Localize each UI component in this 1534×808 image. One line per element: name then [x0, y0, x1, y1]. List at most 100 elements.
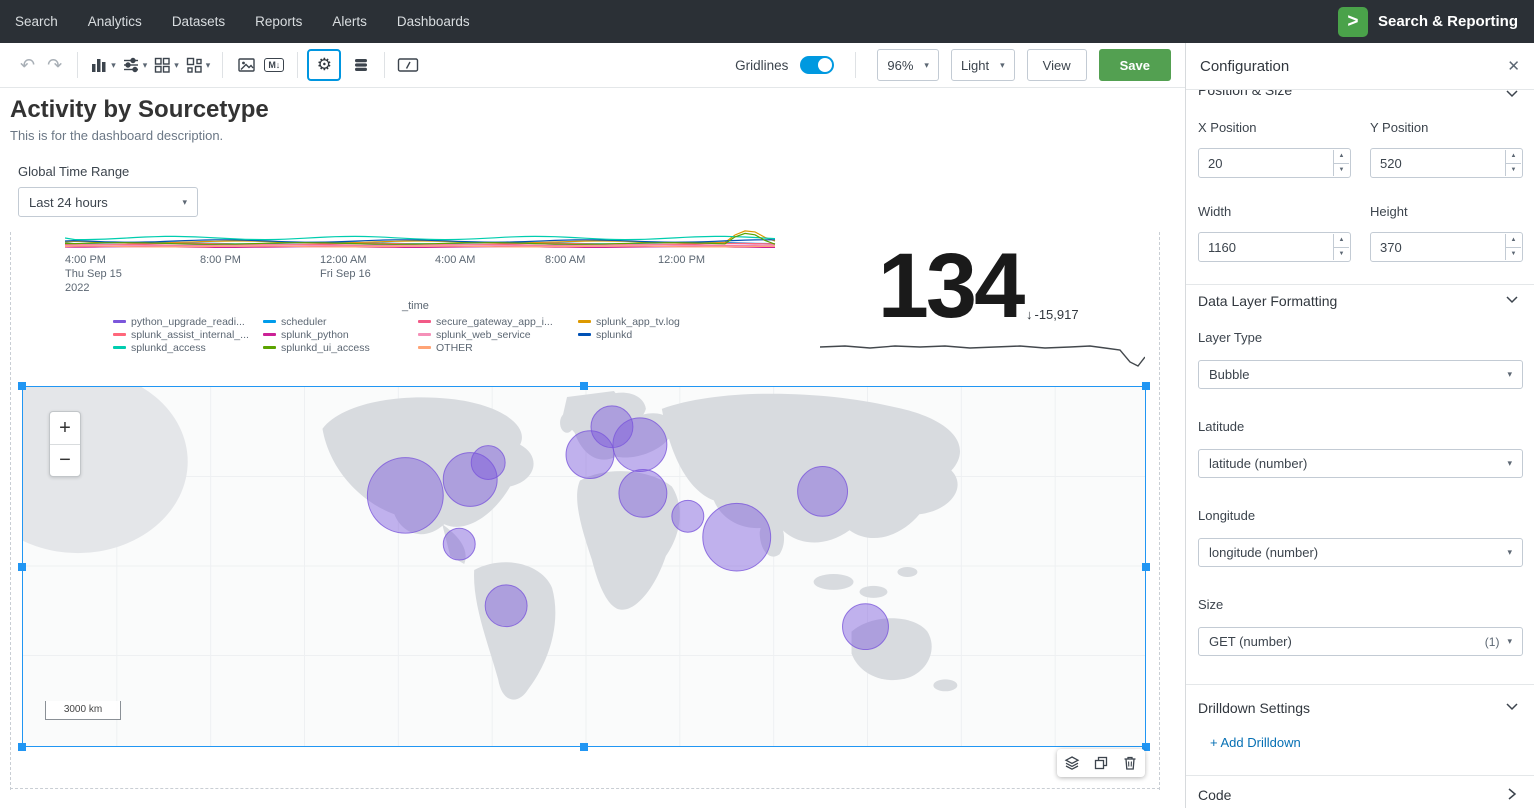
- time-range-dropdown[interactable]: Last 24 hours ▾: [18, 187, 198, 217]
- map-bubble[interactable]: [703, 503, 771, 571]
- dashboard-title[interactable]: Activity by Sourcetype: [10, 96, 269, 124]
- legend-item[interactable]: splunkd_ui_access: [263, 342, 418, 353]
- height-stepper[interactable]: ▲ ▼: [1505, 234, 1521, 260]
- chevron-down-icon: ▾: [1507, 547, 1512, 558]
- duplicate-button[interactable]: [1093, 755, 1109, 771]
- zoom-in-button[interactable]: +: [50, 412, 80, 444]
- add-markdown-button[interactable]: M↓: [260, 50, 288, 80]
- add-input-button[interactable]: ▾: [119, 50, 151, 80]
- resize-handle-nw[interactable]: [18, 382, 26, 390]
- add-drilldown-link[interactable]: + Add Drilldown: [1210, 735, 1301, 750]
- step-up-icon[interactable]: ▲: [1506, 150, 1521, 163]
- legend-item[interactable]: splunk_web_service: [418, 329, 578, 340]
- legend-item[interactable]: splunk_assist_internal_...: [113, 329, 263, 340]
- nav-item-reports[interactable]: Reports: [240, 0, 317, 43]
- map-scale: 3000 km: [45, 701, 121, 720]
- save-button[interactable]: Save: [1099, 49, 1171, 81]
- map-bubble[interactable]: [443, 528, 475, 560]
- dashboard-canvas[interactable]: Activity by Sourcetype This is for the d…: [0, 88, 1185, 808]
- map-bubble[interactable]: [798, 467, 848, 517]
- resize-handle-w[interactable]: [18, 563, 26, 571]
- add-chart-button[interactable]: ▾: [87, 50, 119, 80]
- resize-handle-e[interactable]: [1142, 563, 1150, 571]
- x-position-stepper[interactable]: ▲ ▼: [1333, 150, 1349, 176]
- section-position-size-header[interactable]: Position & Size: [1186, 90, 1534, 100]
- chevron-right-icon[interactable]: [1506, 788, 1518, 800]
- map-bubble[interactable]: [672, 500, 704, 532]
- step-down-icon[interactable]: ▼: [1506, 247, 1521, 261]
- nav-item-dashboards[interactable]: Dashboards: [382, 0, 485, 43]
- chevron-down-icon[interactable]: [1506, 90, 1518, 98]
- map-bubble[interactable]: [485, 585, 527, 627]
- map-bubble[interactable]: [367, 458, 443, 534]
- map-visualization[interactable]: + − 3000 km: [22, 386, 1146, 747]
- step-up-icon[interactable]: ▲: [1334, 150, 1349, 163]
- source-code-button[interactable]: [394, 50, 422, 80]
- map-bubble[interactable]: [619, 470, 667, 518]
- layer-type-dropdown[interactable]: Bubble ▾: [1198, 360, 1523, 389]
- y-position-stepper[interactable]: ▲ ▼: [1505, 150, 1521, 176]
- section-drilldown-title[interactable]: Drilldown Settings: [1198, 700, 1310, 716]
- nav-item-analytics[interactable]: Analytics: [73, 0, 157, 43]
- nav-item-datasets[interactable]: Datasets: [157, 0, 240, 43]
- legend-item[interactable]: secure_gateway_app_i...: [418, 316, 578, 327]
- app-branding[interactable]: > Search & Reporting: [1338, 7, 1534, 37]
- chart-legend: python_upgrade_readi... scheduler secure…: [113, 316, 728, 353]
- step-up-icon[interactable]: ▲: [1506, 234, 1521, 247]
- map-bubble[interactable]: [843, 604, 889, 650]
- timechart-visualization[interactable]: [65, 230, 777, 252]
- legend-item[interactable]: scheduler: [263, 316, 418, 327]
- y-position-input[interactable]: 520 ▲ ▼: [1370, 148, 1523, 178]
- step-down-icon[interactable]: ▼: [1334, 163, 1349, 177]
- legend-item[interactable]: python_upgrade_readi...: [113, 316, 263, 327]
- section-code-title[interactable]: Code: [1198, 787, 1231, 803]
- nav-item-alerts[interactable]: Alerts: [317, 0, 382, 43]
- width-stepper[interactable]: ▲ ▼: [1333, 234, 1349, 260]
- theme-select[interactable]: Light ▾: [951, 49, 1015, 81]
- legend-swatch: [113, 333, 126, 336]
- gridlines-toggle[interactable]: [800, 56, 834, 74]
- resize-handle-n[interactable]: [580, 382, 588, 390]
- undo-button[interactable]: ↶: [14, 55, 41, 76]
- grid-guide-bottom: [10, 788, 1160, 789]
- legend-item[interactable]: OTHER: [418, 342, 578, 353]
- legend-item[interactable]: splunkd_access: [113, 342, 263, 353]
- legend-item[interactable]: splunk_python: [263, 329, 418, 340]
- add-shape-button[interactable]: ▾: [182, 50, 214, 80]
- data-sources-button[interactable]: [347, 50, 375, 80]
- dashboard-description[interactable]: This is for the dashboard description.: [10, 128, 223, 143]
- resize-handle-ne[interactable]: [1142, 382, 1150, 390]
- section-divider: [1186, 684, 1534, 685]
- view-button[interactable]: View: [1027, 49, 1087, 81]
- add-image-button[interactable]: [232, 50, 260, 80]
- latitude-dropdown[interactable]: latitude (number) ▾: [1198, 449, 1523, 478]
- x-position-value: 20: [1208, 156, 1222, 171]
- step-down-icon[interactable]: ▼: [1334, 247, 1349, 261]
- legend-item[interactable]: splunkd: [578, 329, 728, 340]
- close-icon[interactable]: ✕: [1507, 57, 1520, 75]
- nav-item-search[interactable]: Search: [0, 0, 73, 43]
- redo-button[interactable]: ↷: [41, 55, 68, 76]
- step-down-icon[interactable]: ▼: [1506, 163, 1521, 177]
- chevron-down-icon[interactable]: [1506, 296, 1518, 304]
- legend-item[interactable]: splunk_app_tv.log: [578, 316, 728, 327]
- size-dropdown[interactable]: GET (number) (1) ▾: [1198, 627, 1523, 656]
- chevron-down-icon[interactable]: [1506, 703, 1518, 711]
- zoom-out-button[interactable]: −: [50, 444, 80, 476]
- step-up-icon[interactable]: ▲: [1334, 234, 1349, 247]
- zoom-select[interactable]: 96% ▾: [877, 49, 939, 81]
- map-bubble[interactable]: [471, 446, 505, 480]
- map-bubble[interactable]: [613, 418, 667, 472]
- delete-button[interactable]: [1122, 755, 1138, 771]
- width-input[interactable]: 1160 ▲ ▼: [1198, 232, 1351, 262]
- configuration-scroll-area[interactable]: Position & Size X Position Y Position 20…: [1186, 90, 1534, 808]
- x-position-input[interactable]: 20 ▲ ▼: [1198, 148, 1351, 178]
- height-input[interactable]: 370 ▲ ▼: [1370, 232, 1523, 262]
- layers-button[interactable]: [1064, 755, 1080, 771]
- resize-handle-sw[interactable]: [18, 743, 26, 751]
- longitude-dropdown[interactable]: longitude (number) ▾: [1198, 538, 1523, 567]
- section-data-layer-title[interactable]: Data Layer Formatting: [1198, 293, 1337, 309]
- configuration-tool-button[interactable]: ⚙: [307, 49, 341, 81]
- layout-grid-button[interactable]: ▾: [150, 50, 182, 80]
- resize-handle-s[interactable]: [580, 743, 588, 751]
